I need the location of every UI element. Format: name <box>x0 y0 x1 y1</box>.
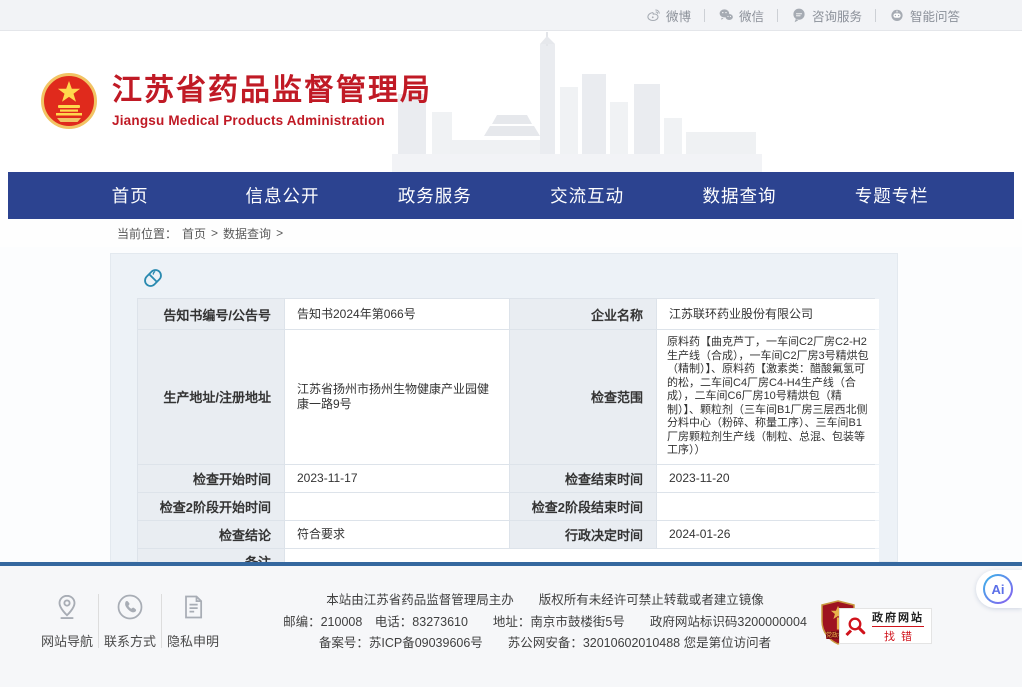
table-label-notice-number: 告知书编号/公告号 <box>138 299 284 329</box>
nav-item-gov-services[interactable]: 政务服务 <box>359 183 511 208</box>
nav-item-special-topics[interactable]: 专题专栏 <box>816 183 968 208</box>
table-value-address: 江苏省扬州市扬州生物健康产业园健康一路9号 <box>285 330 509 464</box>
nav-item-interaction[interactable]: 交流互动 <box>511 183 663 208</box>
weibo-icon <box>646 8 661 23</box>
consult-icon <box>791 7 807 23</box>
inspection-detail-table: 告知书编号/公告号 告知书2024年第066号 企业名称 江苏联环药业股份有限公… <box>137 298 875 576</box>
qa-robot-icon <box>889 7 905 23</box>
table-label-inspection-end: 检查结束时间 <box>510 465 656 492</box>
site-title: 江苏省药品监督管理局 <box>112 73 432 109</box>
nav-item-data-query[interactable]: 数据查询 <box>663 183 815 208</box>
footer-link-privacy[interactable]: 隐私申明 <box>162 592 224 650</box>
breadcrumb: 当前位置： 首页 > 数据查询 > <box>0 219 1022 247</box>
site-map-pin-icon <box>52 592 82 622</box>
table-value-inspection-end: 2023-11-20 <box>657 465 879 492</box>
table-value-conclusion: 符合要求 <box>285 521 509 548</box>
privacy-doc-icon <box>179 592 207 622</box>
weibo-label: 微博 <box>666 6 691 25</box>
site-footer: 网站导航 联系方式 隐私申明 本站由江苏省药品监督管理 <box>0 562 1022 687</box>
topbar-divider <box>875 9 876 22</box>
wechat-label: 微信 <box>739 6 764 25</box>
breadcrumb-data-query-link[interactable]: 数据查询 <box>223 225 271 242</box>
smart-qa-link[interactable]: 智能问答 <box>889 6 960 25</box>
main-nav: 首页 信息公开 政务服务 交流互动 数据查询 专题专栏 <box>8 172 1014 219</box>
footer-link-label: 网站导航 <box>41 631 93 650</box>
page: 微博 微信 咨询服务 智能问答 <box>0 0 1022 687</box>
table-value-inspection-scope: 原料药【曲克芦丁，一车间C2厂房C2-H2生产线（合成），一车间C2厂房3号精烘… <box>657 330 879 464</box>
footer-link-contact[interactable]: 联系方式 <box>99 592 161 650</box>
smart-qa-label: 智能问答 <box>910 6 960 25</box>
content-area: 告知书编号/公告号 告知书2024年第066号 企业名称 江苏联环药业股份有限公… <box>0 247 1022 562</box>
footer-quick-links: 网站导航 联系方式 隐私申明 <box>36 592 224 650</box>
topbar-divider <box>704 9 705 22</box>
table-value-inspection-start: 2023-11-17 <box>285 465 509 492</box>
city-skyline-graphic <box>392 32 762 172</box>
weibo-link[interactable]: 微博 <box>646 6 691 25</box>
breadcrumb-separator: > <box>276 226 283 240</box>
table-label-inspection-scope: 检查范围 <box>510 330 656 464</box>
footer-line-contact: 邮编：210008 电话：83273610 地址：南京市鼓楼街5号 政府网站标识… <box>283 612 807 634</box>
footer-link-site-map[interactable]: 网站导航 <box>36 592 98 650</box>
table-label-decision-date: 行政决定时间 <box>510 521 656 548</box>
table-label-inspection-start: 检查开始时间 <box>138 465 284 492</box>
table-label-company-name: 企业名称 <box>510 299 656 329</box>
footer-line-host: 本站由江苏省药品监督管理局主办 版权所有未经许可禁止转载或者建立镜像 <box>283 590 807 612</box>
footer-link-label: 隐私申明 <box>167 631 219 650</box>
table-label-phase2-end: 检查2阶段结束时间 <box>510 493 656 520</box>
national-emblem-logo <box>40 72 98 130</box>
find-error-badge-text: 政府网站 找错 <box>872 609 924 644</box>
top-utility-bar: 微博 微信 咨询服务 智能问答 <box>0 0 1022 31</box>
table-value-decision-date: 2024-01-26 <box>657 521 879 548</box>
consult-service-link[interactable]: 咨询服务 <box>791 6 862 25</box>
ai-assistant-ring: Ai <box>983 574 1013 604</box>
find-error-badge-line1: 政府网站 <box>872 609 924 627</box>
table-value-phase2-start <box>285 493 509 520</box>
nav-item-info-disclosure[interactable]: 信息公开 <box>206 183 358 208</box>
consult-label: 咨询服务 <box>812 6 862 25</box>
breadcrumb-home-link[interactable]: 首页 <box>182 225 206 242</box>
brand-block: 江苏省药品监督管理局 Jiangsu Medical Products Admi… <box>112 73 432 128</box>
table-label-phase2-start: 检查2阶段开始时间 <box>138 493 284 520</box>
nav-item-home[interactable]: 首页 <box>54 183 206 208</box>
table-value-phase2-end <box>657 493 879 520</box>
ai-assistant-button[interactable]: Ai <box>976 570 1022 608</box>
find-error-magnifier-icon <box>844 614 868 638</box>
site-header: 江苏省药品监督管理局 Jiangsu Medical Products Admi… <box>0 31 1022 172</box>
ai-assistant-label: Ai <box>985 576 1011 602</box>
capsule-pill-icon <box>137 262 169 294</box>
table-label-conclusion: 检查结论 <box>138 521 284 548</box>
topbar-divider <box>777 9 778 22</box>
wechat-link[interactable]: 微信 <box>718 6 764 25</box>
breadcrumb-prefix: 当前位置： <box>117 225 177 242</box>
contact-phone-icon <box>115 592 145 622</box>
footer-line-icp: 备案号：苏ICP备09039606号 苏公网安备：32010602010488 … <box>283 633 807 655</box>
table-value-company-name: 江苏联环药业股份有限公司 <box>657 299 879 329</box>
breadcrumb-separator: > <box>211 226 218 240</box>
gov-site-error-report-badge[interactable]: 政府网站 找错 <box>839 608 932 644</box>
footer-link-label: 联系方式 <box>104 631 156 650</box>
site-subtitle: Jiangsu Medical Products Administration <box>112 113 432 128</box>
find-error-badge-line2: 找错 <box>878 628 918 644</box>
wechat-icon <box>718 7 734 23</box>
table-label-address: 生产地址/注册地址 <box>138 330 284 464</box>
inspection-detail-card: 告知书编号/公告号 告知书2024年第066号 企业名称 江苏联环药业股份有限公… <box>110 253 898 562</box>
footer-legal-text: 本站由江苏省药品监督管理局主办 版权所有未经许可禁止转载或者建立镜像 邮编：21… <box>283 590 807 655</box>
table-value-notice-number: 告知书2024年第066号 <box>285 299 509 329</box>
